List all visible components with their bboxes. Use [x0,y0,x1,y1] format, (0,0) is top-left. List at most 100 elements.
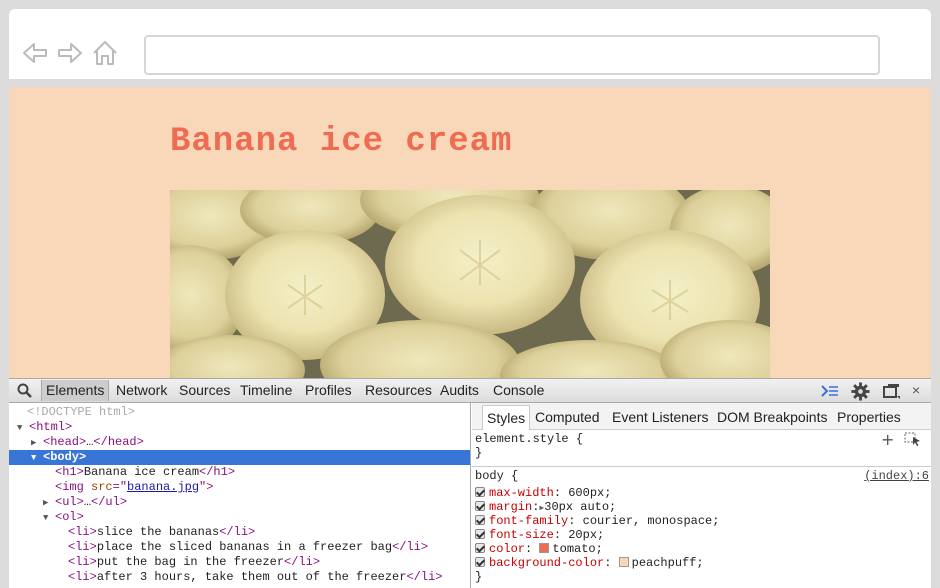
li-close-tag: </li> [406,570,443,584]
li-text: place the sliced bananas in a freezer ba… [96,540,393,554]
property-value[interactable]: 20px; [568,528,604,542]
expanded-triangle-icon[interactable]: ▼ [17,421,29,436]
body-tag: <body> [43,450,87,464]
ul-open-tag: <ul> [55,495,84,509]
property-name[interactable]: font-size [489,528,554,542]
property-name[interactable]: font-family [489,514,568,528]
ellipsis: … [83,495,92,509]
property-name[interactable]: color [489,542,525,556]
h1-text: Banana ice cream [83,465,200,479]
banana-image [170,190,770,378]
li-open-tag: <li> [68,555,97,569]
tab-resources[interactable]: Resources [365,382,432,398]
tab-computed[interactable]: Computed [535,409,600,425]
property-checkbox[interactable] [475,543,485,553]
dom-node-ol[interactable]: ▼ <ol> [43,510,84,525]
declaration: max-width: 600px; [475,486,611,500]
rule-divider [472,466,931,467]
declaration: font-family: courier, monospace; [475,514,719,528]
img-equals: =" [112,480,128,494]
tab-network[interactable]: Network [116,382,167,398]
dom-node-h1[interactable]: <h1>Banana ice cream</h1> [55,465,235,480]
rule-source-link[interactable]: (index):6 [864,469,929,483]
browser-window: Banana ice cream Elements Network Source… [0,0,940,588]
forward-arrow-icon[interactable] [56,39,84,67]
li-open-tag: <li> [68,540,97,554]
rule-close-brace: } [475,446,483,460]
color-swatch[interactable] [618,557,629,567]
console-drawer-icon[interactable] [821,383,839,402]
property-name[interactable]: max-width [489,486,554,500]
tab-properties[interactable]: Properties [837,409,901,425]
property-value[interactable]: peachpuff; [632,556,704,570]
back-arrow-icon[interactable] [21,39,49,67]
li-close-tag: </li> [392,540,429,554]
ul-close-tag: </ul> [91,495,128,509]
dom-node-li[interactable]: <li>place the sliced bananas in a freeze… [68,540,428,555]
li-text: put the bag in the freezer [96,555,285,569]
element-style-selector[interactable]: element.style { [475,432,583,446]
dom-node-li[interactable]: <li>put the bag in the freezer</li> [68,555,320,570]
tab-styles[interactable]: Styles [482,405,531,430]
tab-event-listeners[interactable]: Event Listeners [612,409,709,425]
img-src-link[interactable]: banana.jpg [127,480,199,494]
tab-elements[interactable]: Elements [41,380,110,401]
dock-side-icon[interactable] [883,383,901,403]
dom-node-li[interactable]: <li>after 3 hours, take them out of the … [68,570,442,585]
dom-node-doctype[interactable]: <!DOCTYPE html> [27,405,135,420]
expanded-triangle-icon[interactable]: ▼ [43,511,55,526]
dom-node-html[interactable]: ▼ <html> [17,420,72,435]
tab-profiles[interactable]: Profiles [305,382,352,398]
tab-audits[interactable]: Audits [440,382,479,398]
body-selector[interactable]: body { [475,469,518,483]
property-value[interactable]: tomato; [552,542,602,556]
property-checkbox[interactable] [475,501,485,511]
property-checkbox[interactable] [475,557,485,567]
collapsed-triangle-icon[interactable]: ▶ [31,436,43,451]
li-close-tag: </li> [219,525,256,539]
dom-node-body-selected[interactable]: ▼ <body> [9,450,470,466]
dom-node-img[interactable]: <img src="banana.jpg"> [55,480,213,495]
collapsed-triangle-icon[interactable]: ▶ [43,496,55,511]
property-checkbox[interactable] [475,529,485,539]
tab-sources[interactable]: Sources [179,382,230,398]
dom-node-ul[interactable]: ▶ <ul>…</ul> [43,495,127,510]
property-name[interactable]: background-color [489,556,604,570]
tab-timeline[interactable]: Timeline [240,382,292,398]
property-checkbox[interactable] [475,487,485,497]
doctype-text: <!DOCTYPE html> [27,405,136,419]
tab-dom-breakpoints[interactable]: DOM Breakpoints [717,409,827,425]
address-bar[interactable] [144,35,880,75]
styles-tabbar: Styles Computed Event Listeners DOM Brea… [472,403,931,430]
head-close-tag: </head> [93,435,144,449]
li-close-tag: </li> [284,555,321,569]
li-text: after 3 hours, take them out of the free… [96,570,407,584]
declaration: background-color: peachpuff; [475,556,704,570]
inspect-search-icon[interactable] [17,383,33,402]
close-icon[interactable]: × [912,382,920,398]
tab-console[interactable]: Console [493,382,544,398]
property-value[interactable]: courier, monospace; [583,514,720,528]
styles-pane: Styles Computed Event Listeners DOM Brea… [472,403,931,588]
property-value[interactable]: 30px auto; [544,500,616,514]
color-swatch[interactable] [539,543,550,553]
dom-node-li[interactable]: <li>slice the bananas</li> [68,525,255,540]
element-style-rule: element.style { } + [472,430,931,465]
head-open-tag: <head> [43,435,87,449]
dom-node-head[interactable]: ▶ <head>…</head> [31,435,144,450]
declaration: color: tomato; [475,542,603,556]
settings-gear-icon[interactable] [851,382,870,404]
property-value[interactable]: 600px; [568,486,611,500]
property-name[interactable]: margin [489,500,532,514]
expanded-triangle-icon[interactable]: ▼ [31,451,43,466]
rule-close-brace: } [475,570,483,584]
browser-toolbar [9,9,931,79]
add-rule-icon[interactable]: + [881,430,894,449]
home-icon[interactable] [91,39,119,67]
declaration: margin:▶30px auto; [475,500,616,514]
property-checkbox[interactable] [475,515,485,525]
html-tag: <html> [29,420,73,434]
element-state-icon[interactable] [904,432,922,450]
li-text: slice the bananas [96,525,220,539]
h1-close-tag: </h1> [199,465,236,479]
